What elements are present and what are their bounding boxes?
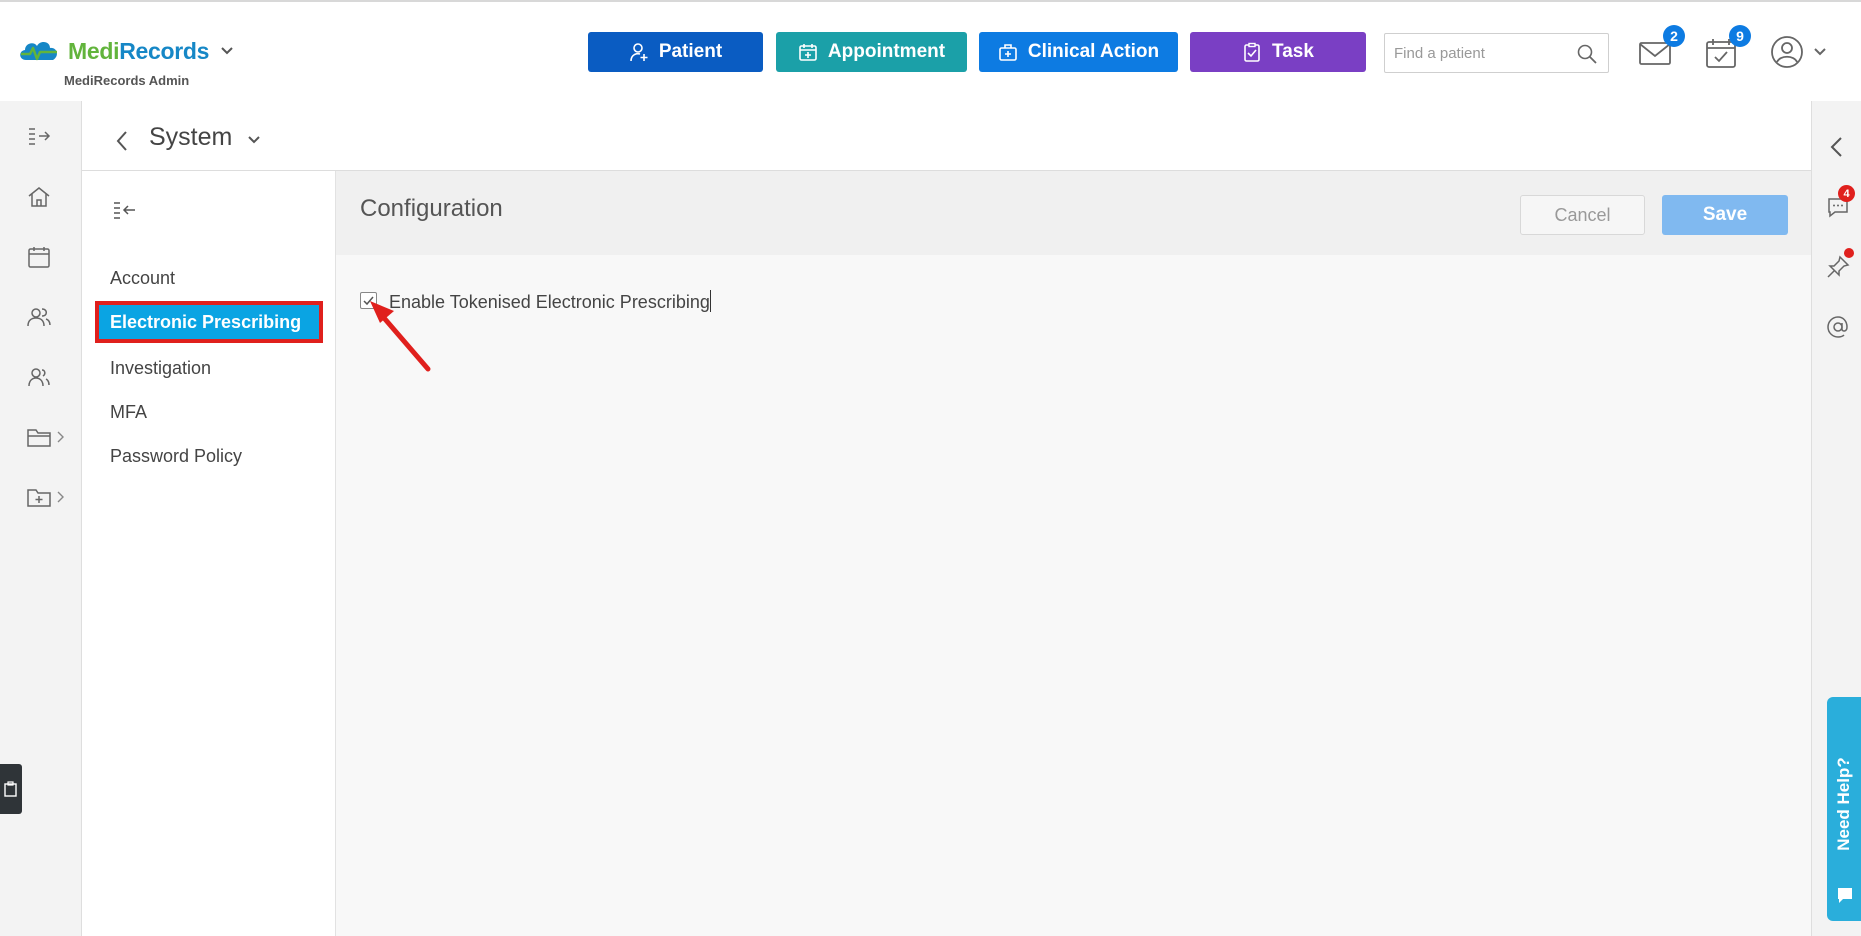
chevron-right-icon [57,491,64,503]
chevron-down-icon[interactable] [219,43,235,59]
save-button[interactable]: Save [1662,195,1788,235]
cancel-button[interactable]: Cancel [1520,195,1645,235]
rail-folder[interactable] [26,424,56,454]
add-user-icon [630,43,648,62]
search-input[interactable] [1394,35,1574,71]
calendar-count-badge: 9 [1729,25,1751,47]
configuration-body: Enable Tokenised Electronic Prescribing [336,255,1811,936]
brand-subtitle: MediRecords Admin [64,73,190,88]
calendar-icon [28,247,50,268]
pin-alert-dot [1844,248,1854,258]
expand-menu-button[interactable] [26,123,56,153]
chevron-right-icon [57,431,64,443]
chevron-left-icon[interactable] [1825,134,1851,160]
top-bar: Medi Records MediRecords Admin Patient Ap… [0,0,1861,101]
chat-count-badge: 4 [1838,185,1855,202]
patient-button-label: Patient [658,41,723,62]
nav-item-mfa[interactable]: MFA [110,402,147,423]
configuration-title: Configuration [360,195,503,222]
chat-bubble-icon [1838,888,1852,903]
search-icon[interactable] [1576,43,1598,65]
enable-tokenised-eprescribing-label[interactable]: Enable Tokenised Electronic Prescribing [389,290,711,313]
nav-item-electronic-prescribing[interactable]: Electronic Prescribing [95,301,323,343]
rail-users[interactable] [26,364,56,394]
floating-tool-tab[interactable] [0,764,22,814]
users-icon [28,368,50,387]
expand-menu-icon [29,128,51,145]
patient-search [1384,33,1609,73]
nav-item-investigation[interactable]: Investigation [110,358,211,379]
brand-name-records: Records [119,37,210,64]
tasks-calendar-button[interactable]: 9 [1703,25,1751,71]
settings-nav: Account Electronic Prescribing Investiga… [82,171,336,936]
rail-calendar[interactable] [26,244,56,274]
clipboard-icon [4,781,17,797]
folder-add-icon [27,489,51,507]
collapse-menu-icon[interactable] [112,199,138,221]
task-button[interactable]: Task [1190,32,1366,72]
brand-logo-menu[interactable]: Medi Records [16,36,235,66]
patients-group-icon [27,308,51,327]
user-menu[interactable] [1770,35,1828,69]
rail-folder-add[interactable] [26,484,56,514]
cloud-logo-icon [20,42,57,61]
calendar-add-icon [799,44,817,61]
need-help-label: Need Help? [1834,757,1853,851]
clinical-action-button[interactable]: Clinical Action [979,32,1178,72]
medical-kit-icon [999,44,1017,61]
home-icon [28,187,50,207]
mention-icon[interactable] [1825,314,1851,340]
clipboard-check-icon [1244,42,1260,62]
clinical-action-button-label: Clinical Action [1027,41,1160,62]
messages-button[interactable]: 2 [1637,25,1685,71]
need-help-tab[interactable]: Need Help? [1827,697,1861,921]
mail-count-badge: 2 [1663,25,1685,47]
brand-name: Medi Records [68,38,209,65]
patient-button[interactable]: Patient [588,32,763,72]
task-button-label: Task [1272,41,1314,62]
brand-name-medi: Medi [68,37,120,64]
rail-patients[interactable] [26,304,56,334]
appointment-button-label: Appointment [827,41,946,62]
folder-icon [27,429,51,447]
nav-item-password-policy[interactable]: Password Policy [110,446,242,467]
appointment-button[interactable]: Appointment [776,32,967,72]
nav-item-account[interactable]: Account [110,268,175,289]
page-title[interactable]: System [149,123,232,152]
chevron-down-icon[interactable] [246,132,262,148]
configuration-header: Configuration Cancel Save [336,171,1811,255]
page-header: System [82,101,1811,171]
back-chevron-icon[interactable] [114,129,130,153]
user-avatar-icon [1771,36,1803,68]
rail-home[interactable] [26,184,56,214]
annotation-arrow-icon [370,301,431,372]
option-label-text: Enable Tokenised Electronic Prescribing [389,292,710,312]
text-cursor [709,290,711,312]
chevron-down-icon [1814,48,1826,56]
